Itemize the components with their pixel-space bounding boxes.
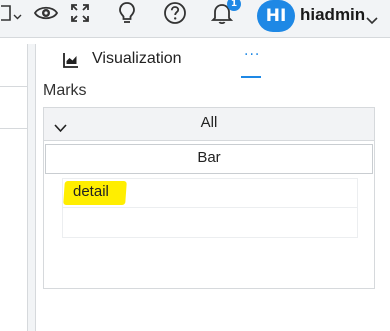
notification-count-badge: 1 xyxy=(227,0,241,11)
marks-group-label: All xyxy=(200,114,218,131)
marks-fields-list: detail xyxy=(62,178,358,238)
mark-type-value: Bar xyxy=(197,149,221,166)
fullscreen-button[interactable] xyxy=(69,3,91,27)
lightbulb-icon xyxy=(118,1,136,29)
chevron-down-icon xyxy=(13,6,22,25)
tips-button[interactable] xyxy=(116,1,138,29)
chevron-down-icon[interactable] xyxy=(366,10,378,29)
left-panel xyxy=(0,44,28,331)
tab-more-options[interactable]: ··· xyxy=(241,47,261,78)
left-panel-row[interactable] xyxy=(0,87,27,129)
more-icon: ··· xyxy=(244,47,261,63)
help-button[interactable] xyxy=(162,1,188,29)
marks-card: All Bar detail xyxy=(43,107,375,289)
preview-button[interactable] xyxy=(33,3,59,27)
list-item[interactable]: detail xyxy=(63,179,357,208)
marks-section-title: Marks xyxy=(43,82,87,99)
panel-tabs: Visualization ··· xyxy=(36,44,386,78)
layout-icon xyxy=(0,4,13,26)
left-panel-row[interactable] xyxy=(0,44,27,87)
layout-dropdown-button[interactable] xyxy=(0,3,22,27)
visualization-panel: Visualization ··· Marks All Bar detail xyxy=(35,44,386,331)
avatar[interactable]: HI xyxy=(257,0,295,32)
marks-group-header[interactable]: All xyxy=(44,108,374,141)
active-tab-indicator xyxy=(241,76,261,78)
chart-icon xyxy=(62,51,80,73)
top-header: 1 HI hiadmin xyxy=(0,0,390,38)
mark-type-select[interactable]: Bar xyxy=(45,144,373,174)
field-drop-zone[interactable] xyxy=(63,208,357,236)
eye-icon xyxy=(33,3,59,27)
username-label[interactable]: hiadmin xyxy=(300,5,365,25)
field-label: detail xyxy=(73,183,109,200)
tab-visualization[interactable]: Visualization xyxy=(92,50,182,68)
panel-gutter xyxy=(28,44,35,331)
fullscreen-icon xyxy=(70,3,90,27)
help-icon xyxy=(163,1,187,29)
